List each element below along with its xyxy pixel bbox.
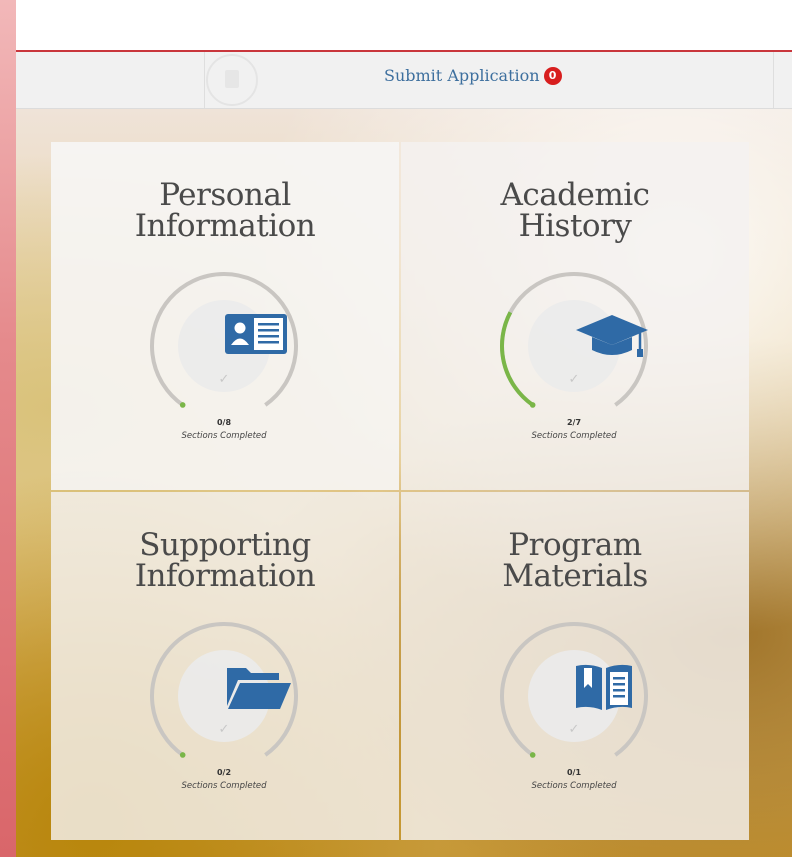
progress-ring: ✓ 0/1 Sections Completed [496, 618, 652, 791]
progress-start-dot [529, 402, 536, 408]
card-personal-information[interactable]: Personal Information ✓ 0/8 Sections Compl… [51, 142, 399, 490]
submit-count-badge: 0 [543, 66, 562, 85]
progress-start-dot [179, 402, 186, 408]
nav-bar: Submit Application 0 [16, 52, 792, 109]
sections-count: 0/2 [216, 768, 232, 777]
card-title: Supporting Information [134, 527, 316, 594]
progress-ring: ✓ 0/8 Sections Completed [146, 268, 302, 441]
nav-divider [204, 52, 205, 108]
card-academic-history[interactable]: Academic History ✓ 2/7 Sections Completed [401, 142, 749, 490]
check-icon: ✓ [568, 722, 580, 737]
sections-count: 0/1 [566, 768, 582, 777]
header [16, 0, 792, 52]
card-program-materials[interactable]: Program Materials ✓ 0/1 Sections Complete… [401, 492, 749, 840]
card-title: Program Materials [502, 527, 648, 594]
side-strip [0, 0, 16, 857]
progress-start-dot [179, 752, 186, 758]
check-icon: ✓ [218, 722, 230, 737]
progress-ring: ✓ 2/7 Sections Completed [496, 268, 652, 441]
sections-count: 2/7 [566, 418, 582, 427]
submit-application-link[interactable]: Submit Application 0 [384, 66, 562, 85]
check-icon: ✓ [568, 372, 580, 387]
card-title: Academic History [500, 177, 650, 244]
progress-fill [500, 311, 534, 407]
sections-completed-label: Sections Completed [181, 431, 267, 441]
progress-start-dot [529, 752, 536, 758]
sections-completed-label: Sections Completed [531, 781, 617, 791]
sections-count: 0/8 [216, 418, 232, 427]
submit-application-label: Submit Application [384, 66, 540, 85]
sections-completed-label: Sections Completed [531, 431, 617, 441]
nav-divider [773, 52, 774, 108]
card-supporting-information[interactable]: Supporting Information ✓ 0/2 Sections Com… [51, 492, 399, 840]
sections-completed-label: Sections Completed [181, 781, 267, 791]
card-title: Personal Information [134, 177, 316, 244]
seal-watermark-icon [206, 54, 258, 106]
progress-ring: ✓ 0/2 Sections Completed [146, 618, 302, 791]
check-icon: ✓ [218, 372, 230, 387]
